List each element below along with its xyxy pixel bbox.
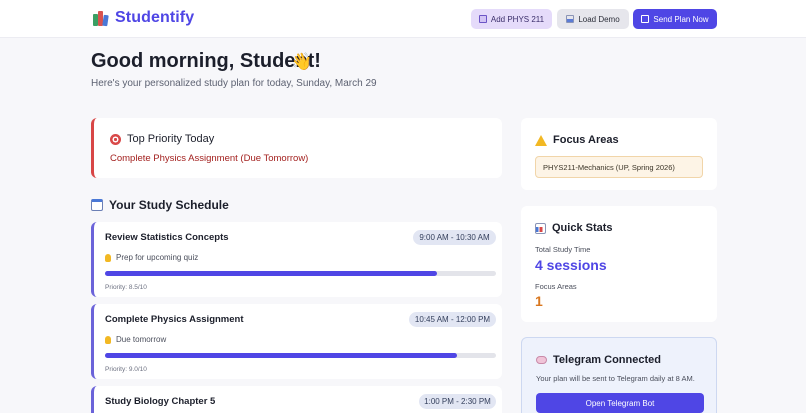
top-priority-heading: Top Priority Today <box>110 133 214 145</box>
focus-areas-heading-text: Focus Areas <box>553 134 619 146</box>
focus-count-label: Focus Areas <box>535 282 577 291</box>
progress-bar <box>105 271 496 276</box>
load-demo-button[interactable]: Load Demo <box>557 9 629 29</box>
send-plan-button[interactable]: Send Plan Now <box>633 9 717 29</box>
top-priority-card: Top Priority Today Complete Physics Assi… <box>91 118 502 178</box>
calendar-icon <box>478 15 487 23</box>
telegram-description: Your plan will be sent to Telegram daily… <box>536 374 695 383</box>
focus-areas-card: Focus Areas PHYS211-Mechanics (UP, Sprin… <box>521 118 717 190</box>
page-subtitle: Here's your personalized study plan for … <box>91 78 377 89</box>
schedule-item-priority: Priority: 9.0/10 <box>105 366 147 373</box>
time-badge: 10:45 AM - 12:00 PM <box>409 312 496 327</box>
schedule-item[interactable]: Review Statistics Concepts 9:00 AM - 10:… <box>91 222 502 297</box>
quick-stats-heading-text: Quick Stats <box>552 222 613 234</box>
focus-area-chip[interactable]: PHYS211-Mechanics (UP, Spring 2026) <box>535 156 703 178</box>
study-time-label: Total Study Time <box>535 245 591 254</box>
open-telegram-button[interactable]: Open Telegram Bot <box>536 393 704 413</box>
schedule-item-note-text: Prep for upcoming quiz <box>116 253 199 262</box>
lightbulb-icon <box>105 253 111 262</box>
quick-stats-card: Quick Stats Total Study Time 4 sessions … <box>521 206 717 322</box>
top-header: Studentify Add PHYS 211 Load Demo Send P… <box>0 0 806 38</box>
telegram-heading: Telegram Connected <box>536 354 661 366</box>
time-badge: 1:00 PM - 2:30 PM <box>419 394 496 409</box>
message-icon <box>641 15 650 23</box>
focus-count-value: 1 <box>535 293 543 309</box>
schedule-item-name: Complete Physics Assignment <box>105 314 244 325</box>
wave-emoji: 👋 <box>291 52 313 71</box>
speech-bubble-icon <box>536 356 547 364</box>
top-priority-heading-text: Top Priority Today <box>127 133 215 145</box>
progress-fill <box>105 271 438 276</box>
schedule-item-priority: Priority: 8.5/10 <box>105 284 147 291</box>
schedule-item-name: Study Biology Chapter 5 <box>105 396 216 407</box>
bar-chart-icon <box>535 222 546 234</box>
chart-icon <box>566 15 575 23</box>
progress-fill <box>105 353 457 358</box>
calendar-icon <box>91 199 103 211</box>
telegram-card: Telegram Connected Your plan will be sen… <box>521 337 717 413</box>
schedule-item-note-text: Due tomorrow <box>116 335 167 344</box>
quick-stats-heading: Quick Stats <box>535 222 613 234</box>
schedule-heading-text: Your Study Schedule <box>109 198 229 212</box>
focus-areas-heading: Focus Areas <box>535 134 619 146</box>
study-time-value: 4 sessions <box>535 257 607 273</box>
target-icon <box>110 133 121 145</box>
schedule-item[interactable]: Complete Physics Assignment 10:45 AM - 1… <box>91 304 502 379</box>
top-priority-task: Complete Physics Assignment (Due Tomorro… <box>110 153 309 164</box>
send-plan-label: Send Plan Now <box>653 14 709 24</box>
brand[interactable]: Studentify <box>93 9 194 27</box>
schedule-item-name: Review Statistics Concepts <box>105 232 229 243</box>
add-course-button[interactable]: Add PHYS 211 <box>471 9 552 29</box>
brand-name: Studentify <box>115 9 195 26</box>
books-icon <box>93 10 109 27</box>
schedule-heading: Your Study Schedule <box>91 198 229 212</box>
schedule-item-note: Prep for upcoming quiz <box>105 253 198 262</box>
time-badge: 9:00 AM - 10:30 AM <box>413 230 496 245</box>
lightbulb-icon <box>105 335 111 344</box>
load-demo-label: Load Demo <box>578 14 620 24</box>
warning-icon <box>535 134 547 146</box>
add-course-label: Add PHYS 211 <box>490 14 545 24</box>
schedule-item-note: Due tomorrow <box>105 335 166 344</box>
schedule-item[interactable]: Study Biology Chapter 5 1:00 PM - 2:30 P… <box>91 386 502 413</box>
telegram-heading-text: Telegram Connected <box>553 354 661 366</box>
progress-bar <box>105 353 496 358</box>
page-title: Good morning, Student! <box>91 50 321 72</box>
